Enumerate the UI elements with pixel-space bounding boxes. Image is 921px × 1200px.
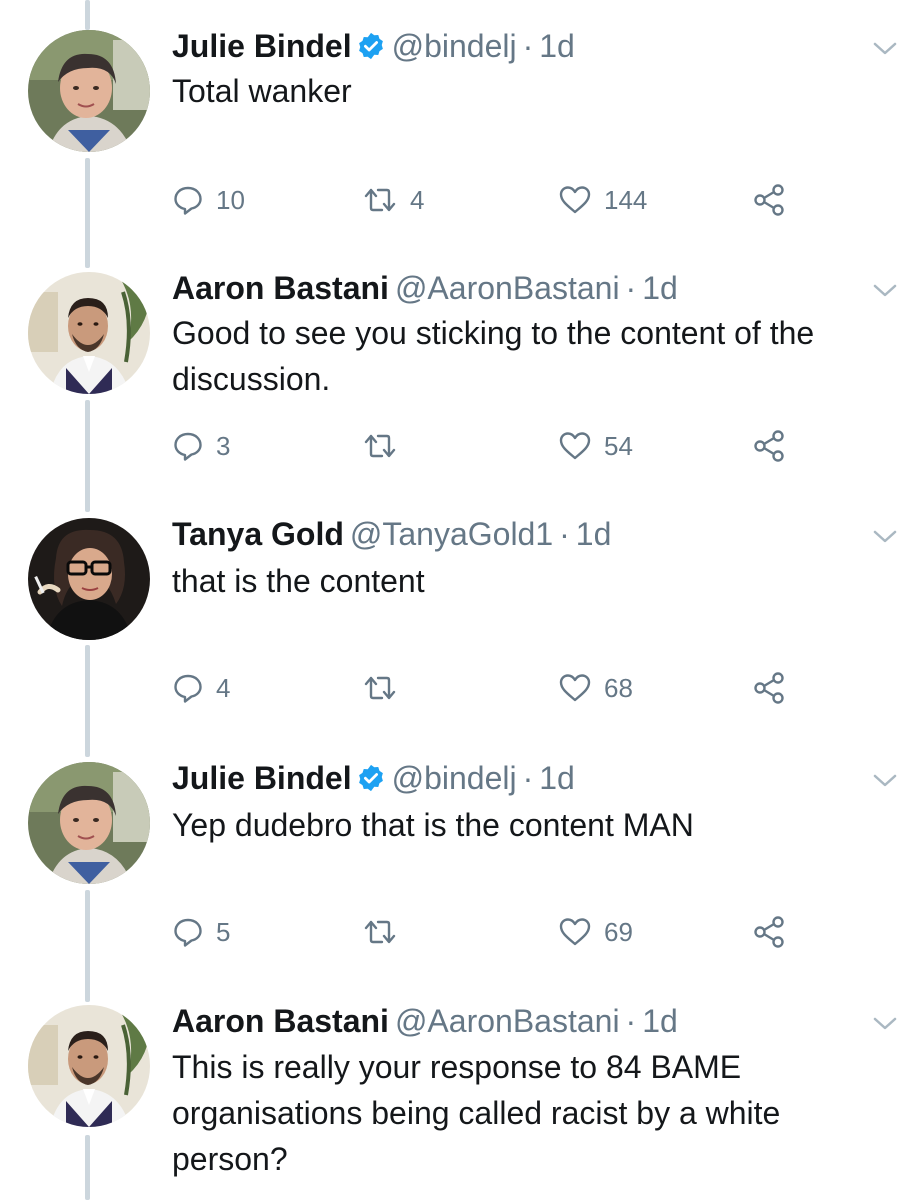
tweet-text: This is really your response to 84 BAME … <box>172 1049 781 1177</box>
tweet[interactable]: Aaron Bastani @AaronBastani · 1d This is re… <box>0 0 921 1200</box>
avatar[interactable] <box>28 1005 150 1127</box>
handle[interactable]: @AaronBastani <box>395 1003 620 1039</box>
display-name[interactable]: Aaron Bastani <box>172 1003 389 1039</box>
chevron-down-icon[interactable] <box>871 1013 899 1033</box>
timestamp[interactable]: 1d <box>642 1003 678 1039</box>
separator-dot: · <box>625 1003 637 1039</box>
